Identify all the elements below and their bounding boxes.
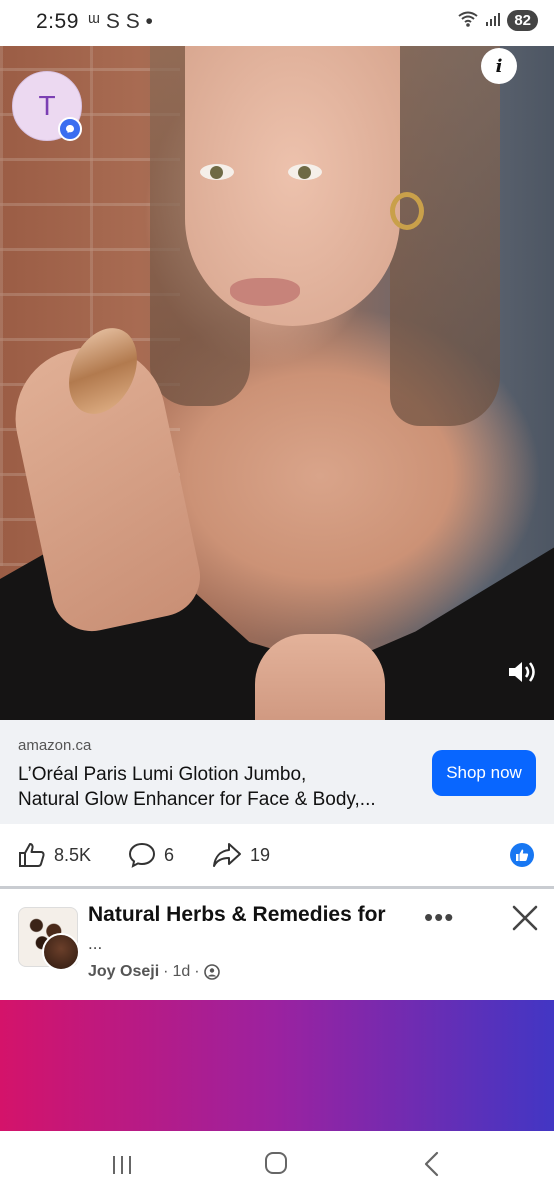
video-hand-lower — [255, 634, 385, 720]
battery-indicator: 82 — [507, 10, 538, 31]
volume-icon[interactable] — [506, 658, 540, 686]
post-meta: Joy Oseji · 1d · — [88, 963, 220, 981]
friends-audience-icon — [203, 964, 220, 980]
post-author-avatar[interactable] — [42, 933, 80, 971]
back-icon[interactable] — [420, 1150, 444, 1183]
ad-domain: amazon.ca — [18, 737, 92, 754]
like-count: 8.5K — [54, 844, 92, 865]
post-age: 1d — [172, 963, 191, 980]
info-icon: i — [495, 55, 503, 77]
comment-icon — [128, 842, 156, 868]
video-eye-left — [200, 164, 234, 180]
feed-divider — [0, 886, 554, 889]
shop-now-button[interactable]: Shop now — [432, 750, 536, 796]
video-hair-right — [390, 46, 500, 426]
messenger-badge-icon — [58, 117, 82, 141]
close-icon[interactable] — [510, 903, 540, 933]
video-earring — [390, 192, 424, 230]
status-notification-icons: ᵚ S S • — [88, 10, 153, 33]
ad-title-line-2: Natural Glow Enhancer for Face & Body,..… — [18, 789, 376, 810]
ad-video[interactable] — [0, 46, 554, 720]
recent-apps-icon[interactable] — [109, 1153, 135, 1182]
meta-separator: · — [194, 963, 200, 980]
share-button[interactable]: 19 — [212, 842, 270, 868]
home-icon[interactable] — [265, 1152, 287, 1174]
ad-title-line-1: L’Oréal Paris Lumi Glotion Jumbo, — [18, 764, 307, 785]
status-time: 2:59 — [36, 10, 79, 33]
post-author-name[interactable]: Joy Oseji — [88, 963, 159, 981]
video-eye-right — [288, 164, 322, 180]
post-media-preview[interactable] — [0, 1000, 554, 1131]
like-badge-icon — [510, 843, 534, 867]
comment-count: 6 — [164, 844, 175, 865]
meta-separator: · — [163, 963, 169, 980]
like-button[interactable]: 8.5K — [18, 842, 91, 868]
post-title[interactable]: Natural Herbs & Remedies for — [88, 903, 386, 927]
share-count: 19 — [250, 844, 271, 865]
signal-icon — [485, 11, 501, 30]
video-mouth — [230, 278, 300, 306]
post-more-button[interactable]: ••• — [424, 902, 454, 933]
comment-button[interactable]: 6 — [128, 842, 174, 868]
ad-title[interactable]: L’Oréal Paris Lumi Glotion Jumbo, Natura… — [18, 762, 428, 812]
post-title-more: ... — [88, 934, 103, 953]
status-bar: 2:59 ᵚ S S • 82 — [0, 0, 554, 46]
info-button[interactable]: i — [481, 48, 517, 84]
status-right: 82 — [457, 10, 538, 31]
wifi-icon — [457, 10, 479, 31]
share-icon — [213, 843, 241, 867]
like-icon — [19, 843, 45, 867]
